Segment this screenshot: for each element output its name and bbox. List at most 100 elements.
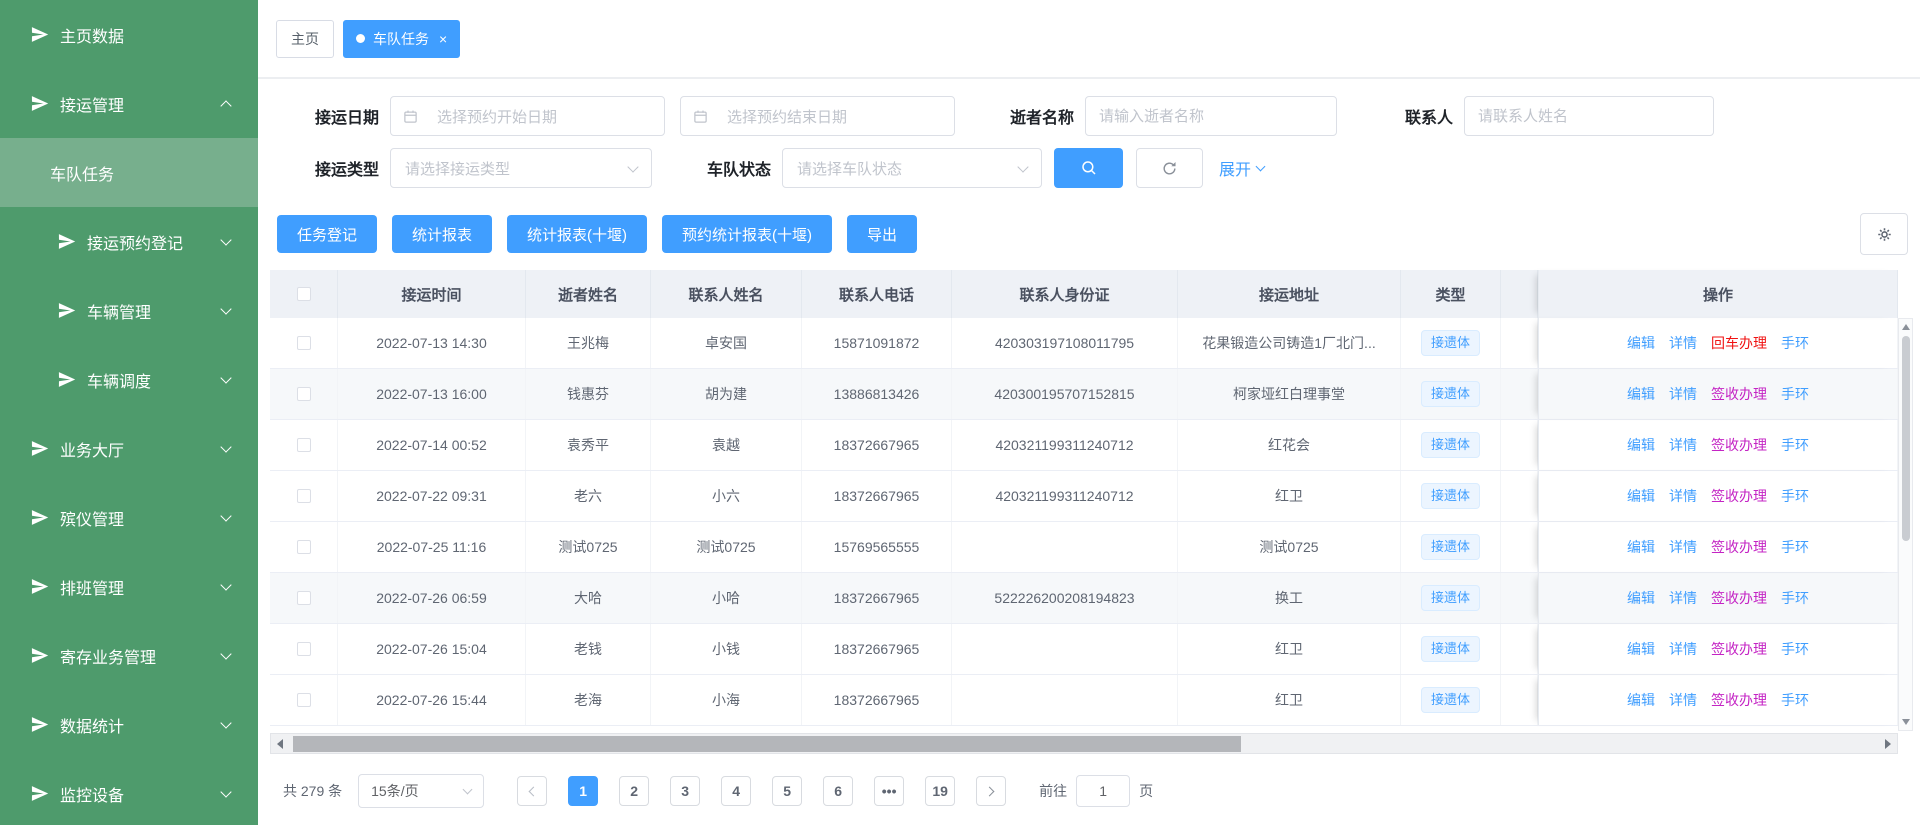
action-link-magenta[interactable]: 签收办理 [1711, 384, 1767, 404]
action-link-blue[interactable]: 详情 [1669, 690, 1697, 710]
tab-active-dot [356, 34, 365, 43]
deceased-name-input[interactable] [1085, 96, 1337, 136]
sidebar-item[interactable]: 车辆调度 [0, 345, 258, 414]
tab-active[interactable]: 车队任务× [343, 20, 460, 58]
expand-link[interactable]: 展开 [1219, 156, 1264, 180]
page-size-value: 15条/页 [371, 781, 418, 801]
action-link-blue[interactable]: 手环 [1781, 333, 1809, 353]
action-link-blue[interactable]: 详情 [1669, 384, 1697, 404]
table-header-cell-gap [1501, 270, 1538, 318]
row-checkbox[interactable] [297, 591, 311, 605]
page-button[interactable]: 4 [721, 776, 751, 806]
search-button[interactable] [1054, 148, 1123, 188]
sidebar-item[interactable]: 寄存业务管理 [0, 621, 258, 690]
sidebar-item[interactable]: 车队任务 [0, 138, 258, 207]
start-date-input[interactable]: 选择预约开始日期 [390, 96, 665, 136]
row-checkbox[interactable] [297, 642, 311, 656]
partial-next-row [270, 726, 1898, 731]
page-button[interactable]: 3 [670, 776, 700, 806]
next-page-button[interactable] [976, 776, 1006, 806]
column-settings-button[interactable] [1860, 213, 1908, 255]
page-button[interactable]: 19 [925, 776, 955, 806]
sidebar-item[interactable]: 接运预约登记 [0, 207, 258, 276]
cell-contact-name: 胡为建 [651, 369, 802, 419]
action-link-blue[interactable]: 详情 [1669, 639, 1697, 659]
action-link-magenta[interactable]: 签收办理 [1711, 486, 1767, 506]
page-ellipsis[interactable]: ••• [874, 776, 904, 806]
action-link-blue[interactable]: 编辑 [1627, 639, 1655, 659]
action-link-blue[interactable]: 编辑 [1627, 537, 1655, 557]
close-icon[interactable]: × [439, 32, 447, 46]
action-link-blue[interactable]: 编辑 [1627, 384, 1655, 404]
goto-page-input[interactable] [1076, 775, 1130, 807]
row-checkbox[interactable] [297, 693, 311, 707]
action-link-blue[interactable]: 详情 [1669, 537, 1697, 557]
sidebar-item[interactable]: 监控设备 [0, 759, 258, 825]
end-date-input[interactable]: 选择预约结束日期 [680, 96, 955, 136]
action-link-red[interactable]: 回车办理 [1711, 333, 1767, 353]
row-checkbox[interactable] [297, 489, 311, 503]
action-link-magenta[interactable]: 签收办理 [1711, 435, 1767, 455]
action-link-blue[interactable]: 手环 [1781, 486, 1809, 506]
vertical-scrollbar-thumb[interactable] [1902, 336, 1910, 541]
sidebar-item[interactable]: 排班管理 [0, 552, 258, 621]
action-link-blue[interactable]: 详情 [1669, 588, 1697, 608]
header-checkbox[interactable] [297, 287, 311, 301]
toolbar-button[interactable]: 统计报表(十堰) [507, 215, 647, 253]
action-link-blue[interactable]: 编辑 [1627, 486, 1655, 506]
row-checkbox[interactable] [297, 438, 311, 452]
sidebar-item[interactable]: 车辆管理 [0, 276, 258, 345]
row-checkbox[interactable] [297, 387, 311, 401]
page-button[interactable]: 2 [619, 776, 649, 806]
horizontal-scrollbar[interactable] [270, 733, 1898, 754]
action-link-blue[interactable]: 详情 [1669, 486, 1697, 506]
pickup-type-select[interactable]: 请选择接运类型 [390, 148, 652, 188]
action-link-blue[interactable]: 手环 [1781, 384, 1809, 404]
sidebar-item[interactable]: 主页数据 [0, 0, 258, 69]
page-button[interactable]: 1 [568, 776, 598, 806]
action-link-blue[interactable]: 详情 [1669, 333, 1697, 353]
action-toolbar: 任务登记统计报表统计报表(十堰) 预约统计报表(十堰) 导出 [277, 215, 1920, 253]
tab-item[interactable]: 主页 [276, 20, 334, 58]
toolbar-button[interactable]: 统计报表 [392, 215, 492, 253]
sidebar-item[interactable]: 殡仪管理 [0, 483, 258, 552]
sidebar-item[interactable]: 接运管理 [0, 69, 258, 138]
action-link-blue[interactable]: 编辑 [1627, 333, 1655, 353]
scroll-right-icon[interactable] [1879, 734, 1897, 753]
action-link-blue[interactable]: 编辑 [1627, 435, 1655, 455]
table-row: 2022-07-22 09:31老六小六18372667965420321199… [270, 471, 1898, 522]
action-link-magenta[interactable]: 签收办理 [1711, 588, 1767, 608]
page-button[interactable]: 5 [772, 776, 802, 806]
toolbar-button[interactable]: 任务登记 [277, 215, 377, 253]
scroll-down-icon[interactable] [1902, 719, 1910, 725]
action-link-blue[interactable]: 手环 [1781, 537, 1809, 557]
contact-input[interactable] [1464, 96, 1714, 136]
action-link-blue[interactable]: 手环 [1781, 690, 1809, 710]
scroll-up-icon[interactable] [1902, 324, 1910, 330]
vertical-scrollbar[interactable] [1898, 318, 1913, 731]
prev-page-button[interactable] [517, 776, 547, 806]
toolbar-button[interactable]: 导出 [847, 215, 917, 253]
toolbar-button[interactable]: 预约统计报表(十堰) [662, 215, 832, 253]
action-link-magenta[interactable]: 签收办理 [1711, 639, 1767, 659]
action-link-magenta[interactable]: 签收办理 [1711, 537, 1767, 557]
scroll-left-icon[interactable] [271, 734, 289, 753]
page-size-select[interactable]: 15条/页 [358, 774, 484, 808]
action-link-blue[interactable]: 手环 [1781, 588, 1809, 608]
fleet-status-select[interactable]: 请选择车队状态 [782, 148, 1042, 188]
row-checkbox[interactable] [297, 540, 311, 554]
action-link-blue[interactable]: 手环 [1781, 639, 1809, 659]
action-link-blue[interactable]: 编辑 [1627, 588, 1655, 608]
refresh-button[interactable] [1136, 148, 1203, 188]
calendar-icon [693, 109, 708, 124]
action-link-magenta[interactable]: 签收办理 [1711, 690, 1767, 710]
row-checkbox[interactable] [297, 336, 311, 350]
table-header-cell-type: 类型 [1401, 270, 1501, 318]
action-link-blue[interactable]: 详情 [1669, 435, 1697, 455]
sidebar-item[interactable]: 业务大厅 [0, 414, 258, 483]
action-link-blue[interactable]: 手环 [1781, 435, 1809, 455]
horizontal-scrollbar-thumb[interactable] [293, 736, 1241, 752]
sidebar-item[interactable]: 数据统计 [0, 690, 258, 759]
action-link-blue[interactable]: 编辑 [1627, 690, 1655, 710]
page-button[interactable]: 6 [823, 776, 853, 806]
